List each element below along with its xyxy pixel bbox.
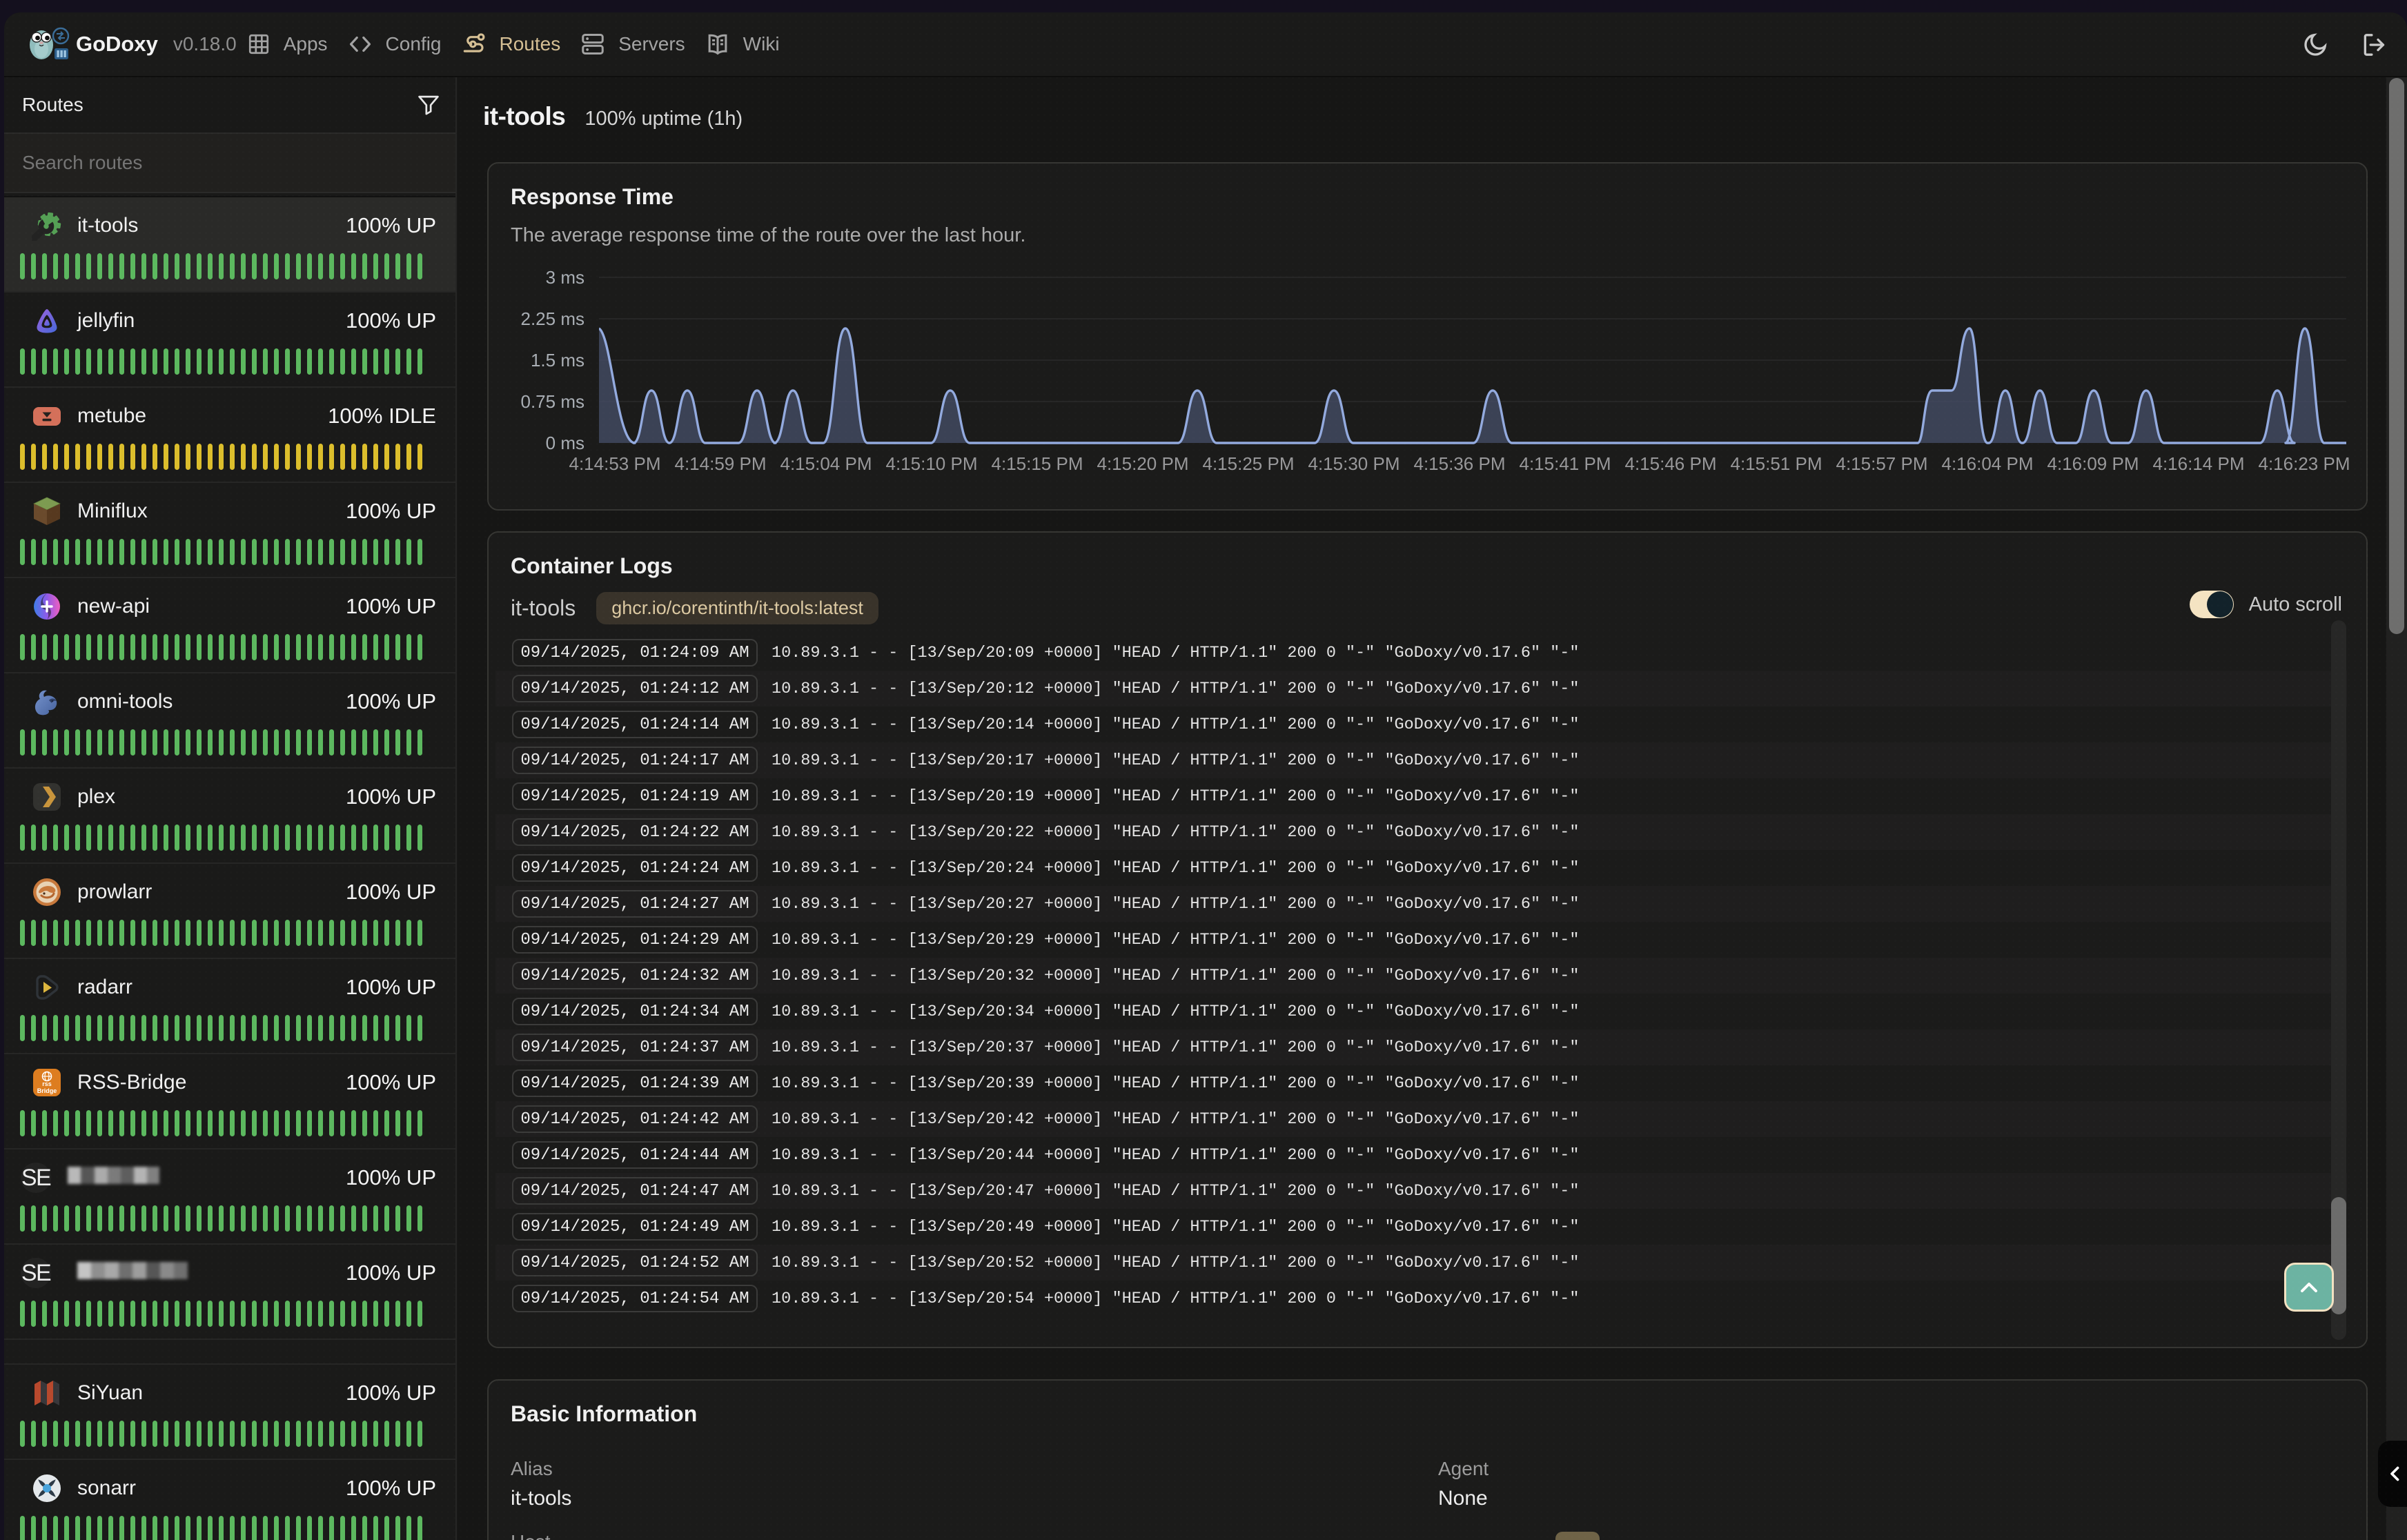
svg-text:Bridge: Bridge <box>37 1087 57 1094</box>
svg-text:rss: rss <box>42 1080 52 1087</box>
